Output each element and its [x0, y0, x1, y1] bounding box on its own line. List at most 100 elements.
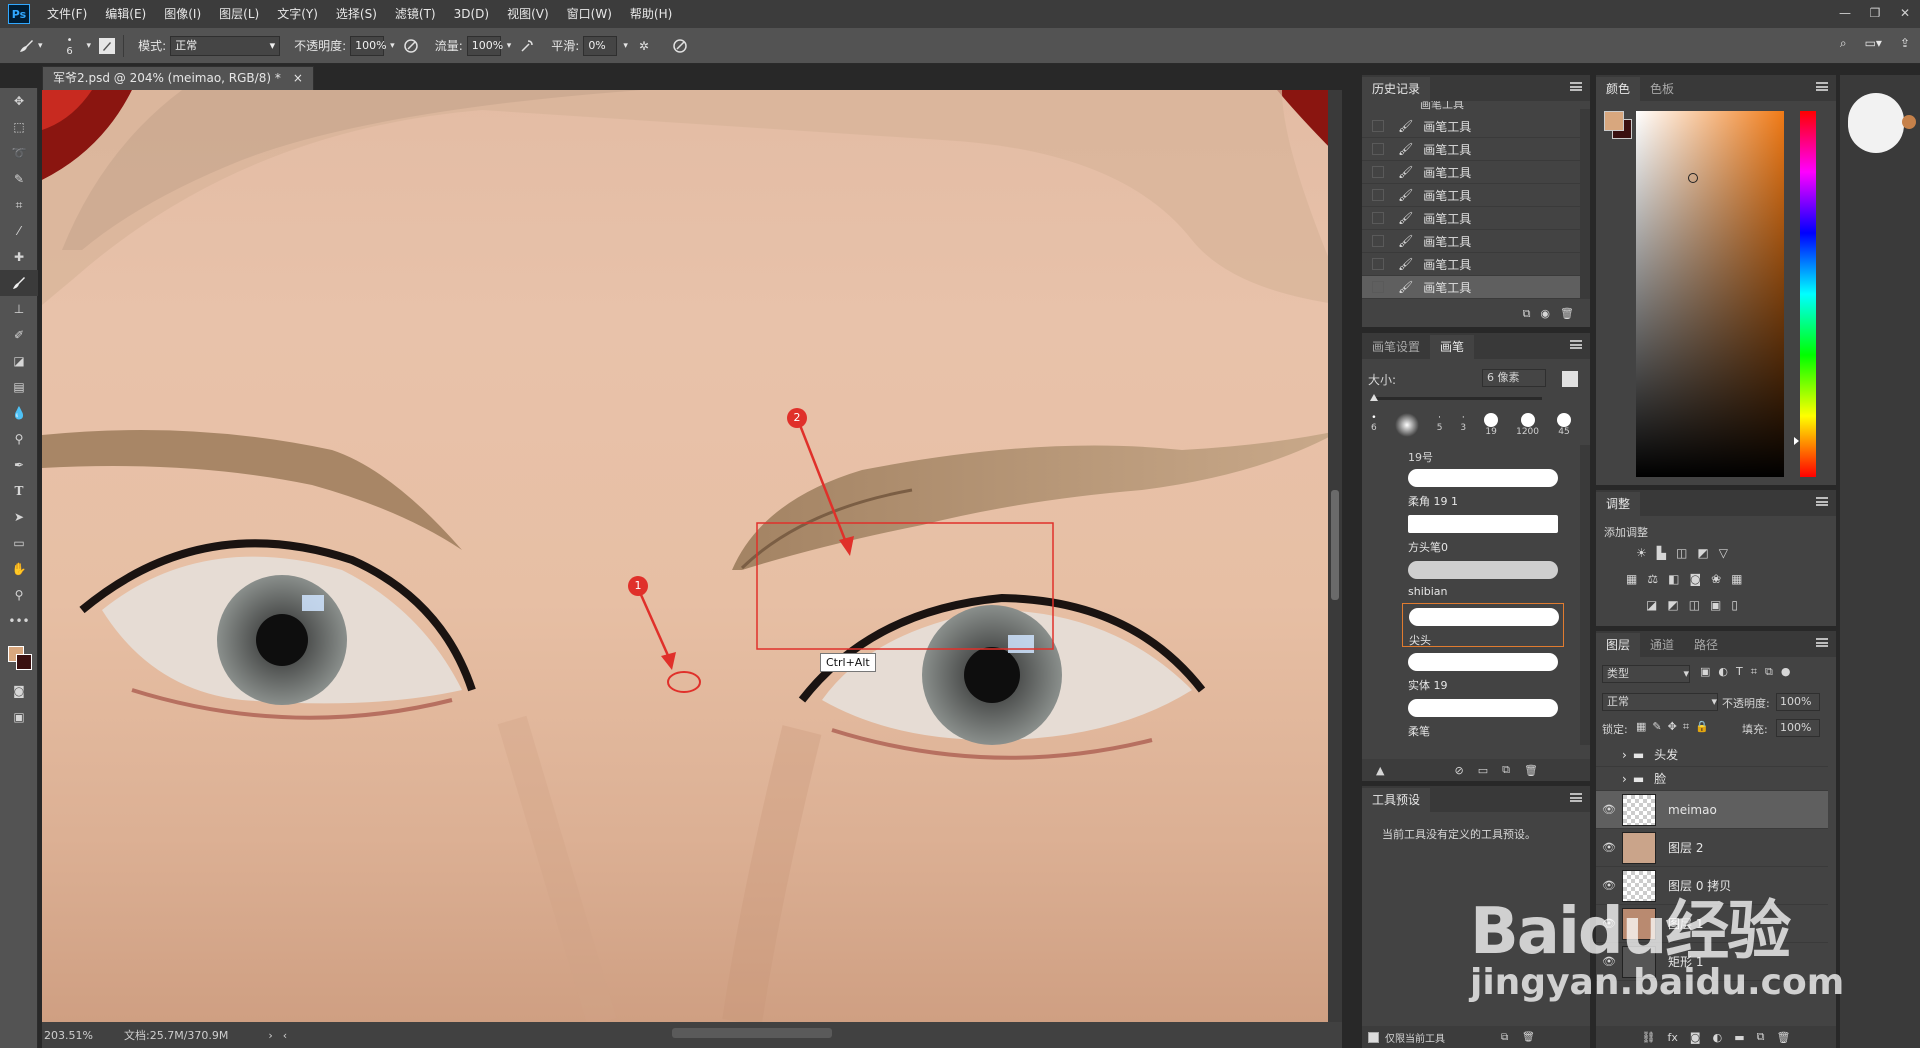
tab-adjustments[interactable]: 调整	[1596, 492, 1641, 516]
tab-brush-settings[interactable]: 画笔设置	[1362, 335, 1430, 359]
adjustment-layer-icon[interactable]: ◐	[1713, 1031, 1723, 1044]
preset-brush[interactable]: · 5	[1437, 413, 1443, 443]
brush-group-name[interactable]: 19号	[1408, 449, 1433, 465]
airbrush-icon[interactable]	[517, 36, 537, 56]
new-preset-icon[interactable]: ⧉	[1501, 1032, 1508, 1043]
gradient-tool-icon[interactable]: ▤	[0, 374, 38, 400]
history-checkbox[interactable]	[1372, 235, 1384, 247]
chevron-down-icon[interactable]: ▾	[623, 41, 628, 51]
color-swatches[interactable]	[0, 634, 37, 678]
menu-file[interactable]: 文件(F)	[38, 0, 96, 28]
vertical-scroll-thumb[interactable]	[1331, 490, 1339, 600]
history-checkbox[interactable]	[1372, 281, 1384, 293]
quick-select-tool-icon[interactable]: ✎	[0, 166, 38, 192]
brush-size-picker[interactable]: • 6	[53, 35, 87, 57]
lasso-tool-icon[interactable]: ➰	[0, 140, 38, 166]
trash-icon[interactable]: 🗑	[1776, 1031, 1790, 1044]
brush-item[interactable]: 柔角 19 1	[1402, 465, 1564, 509]
panel-menu-icon[interactable]	[1816, 638, 1828, 647]
color-field[interactable]	[1636, 111, 1784, 477]
vertical-scrollbar[interactable]	[1328, 90, 1342, 1022]
tab-tool-presets[interactable]: 工具预设	[1362, 788, 1431, 812]
marquee-tool-icon[interactable]: ⬚	[0, 114, 38, 140]
flow-input[interactable]: 100%	[466, 35, 503, 56]
smart-object-filter-icon[interactable]: ⧉	[1765, 665, 1773, 679]
adjustment-filter-icon[interactable]: ◐	[1718, 665, 1728, 679]
new-brush-icon[interactable]: ⧉	[1502, 763, 1510, 777]
trash-icon[interactable]: 🗑	[1522, 1032, 1535, 1043]
history-item[interactable]: 🖌 画笔工具	[1362, 138, 1590, 161]
lock-pixels-icon[interactable]: ✎	[1652, 720, 1661, 734]
eyedropper-tool-icon[interactable]: ⁄	[0, 218, 38, 244]
layer-group-face[interactable]: › ▬ 脸	[1596, 767, 1828, 791]
history-item-selected[interactable]: 🖌 画笔工具	[1362, 276, 1590, 299]
menu-layer[interactable]: 图层(L)	[210, 0, 268, 28]
history-scrollbar[interactable]	[1580, 109, 1590, 299]
history-checkbox[interactable]	[1372, 166, 1384, 178]
layer-opacity-input[interactable]: 100%	[1776, 693, 1820, 711]
brightness-icon[interactable]: ☀	[1636, 546, 1647, 560]
brush-tool-icon[interactable]	[0, 270, 38, 296]
panel-menu-icon[interactable]	[1570, 340, 1582, 349]
preset-brush[interactable]: • 6	[1371, 413, 1377, 443]
menu-filter[interactable]: 滤镜(T)	[386, 0, 445, 28]
gradient-map-icon[interactable]: ▯	[1731, 598, 1738, 612]
selective-color-icon[interactable]: ▣	[1710, 598, 1721, 612]
brush-tool-icon[interactable]	[16, 36, 36, 56]
image-filter-icon[interactable]: ▣	[1700, 665, 1710, 679]
color-lookup-icon[interactable]: ▦	[1731, 572, 1742, 586]
brush-item[interactable]: 方头笔0	[1402, 511, 1564, 555]
menu-type[interactable]: 文字(Y)	[268, 0, 327, 28]
blur-tool-icon[interactable]: 💧	[0, 400, 38, 426]
history-checkbox[interactable]	[1372, 258, 1384, 270]
shape-filter-icon[interactable]: ⌗	[1751, 665, 1757, 679]
folder-icon[interactable]: ▭	[1478, 764, 1488, 777]
eye-icon[interactable]: 👁	[1596, 841, 1622, 854]
panel-menu-icon[interactable]	[1816, 497, 1828, 506]
chevron-right-icon[interactable]: ›	[1622, 772, 1627, 786]
history-item[interactable]: 🖌 画笔工具	[1362, 184, 1590, 207]
mode-select[interactable]: 正常 ▾	[170, 35, 281, 56]
type-tool-icon[interactable]: T	[0, 478, 38, 504]
smooth-input[interactable]: 0%	[583, 35, 618, 56]
link-layers-icon[interactable]: ⛓	[1642, 1031, 1656, 1044]
minimize-icon[interactable]: —	[1830, 0, 1860, 28]
layer-group-hair[interactable]: › ▬ 头发	[1596, 743, 1828, 767]
tab-color[interactable]: 颜色	[1596, 77, 1641, 101]
levels-icon[interactable]: ▙	[1657, 546, 1666, 560]
zoom-tool-icon[interactable]: ⚲	[0, 582, 38, 608]
preset-brush[interactable]: · 3	[1460, 413, 1466, 443]
history-item-partial[interactable]: 画笔工具	[1362, 101, 1590, 115]
layer-mask-icon[interactable]: ◙	[1690, 1031, 1701, 1044]
layer-style-icon[interactable]: fx	[1668, 1031, 1678, 1044]
preset-brush[interactable]: 1200	[1516, 413, 1539, 443]
brush-item-selected[interactable]: 尖头	[1402, 603, 1564, 647]
folder-icon[interactable]: ▬	[1734, 1031, 1744, 1044]
stamp-tool-icon[interactable]: ⊥	[0, 296, 38, 322]
hue-slider-handle[interactable]	[1794, 437, 1799, 445]
brush-size-input[interactable]: 6 像素	[1482, 369, 1546, 387]
chevron-right-icon[interactable]: ›	[1622, 748, 1627, 762]
channel-mixer-icon[interactable]: ❀	[1711, 572, 1721, 586]
brush-item[interactable]: 实体 19	[1402, 649, 1564, 693]
avatar[interactable]	[1848, 93, 1904, 153]
blend-mode-select[interactable]: 正常 ▾	[1602, 693, 1718, 711]
new-document-from-state-icon[interactable]: ⧉	[1523, 307, 1531, 321]
brush-scrollbar[interactable]	[1580, 445, 1590, 745]
search-icon[interactable]: ⌕	[1840, 36, 1847, 51]
brush-item[interactable]: shibian	[1402, 557, 1564, 601]
lock-transparency-icon[interactable]: ▦	[1636, 720, 1646, 734]
chevron-right-icon[interactable]: ›	[268, 1029, 272, 1042]
curves-icon[interactable]: ◫	[1676, 546, 1687, 560]
panel-menu-icon[interactable]	[1570, 82, 1582, 91]
restore-icon[interactable]: ❐	[1860, 0, 1890, 28]
camera-icon[interactable]: ◉	[1540, 307, 1550, 321]
zoom-level[interactable]: 203.51%	[44, 1029, 104, 1042]
history-item[interactable]: 🖌 画笔工具	[1362, 207, 1590, 230]
pressure-opacity-icon[interactable]	[401, 36, 421, 56]
history-item[interactable]: 🖌 画笔工具	[1362, 161, 1590, 184]
hue-slider[interactable]	[1800, 111, 1816, 477]
screen-mode-icon[interactable]: ▣	[0, 704, 38, 730]
panel-menu-icon[interactable]	[1570, 793, 1582, 802]
preset-brush[interactable]: 19	[1484, 413, 1499, 443]
